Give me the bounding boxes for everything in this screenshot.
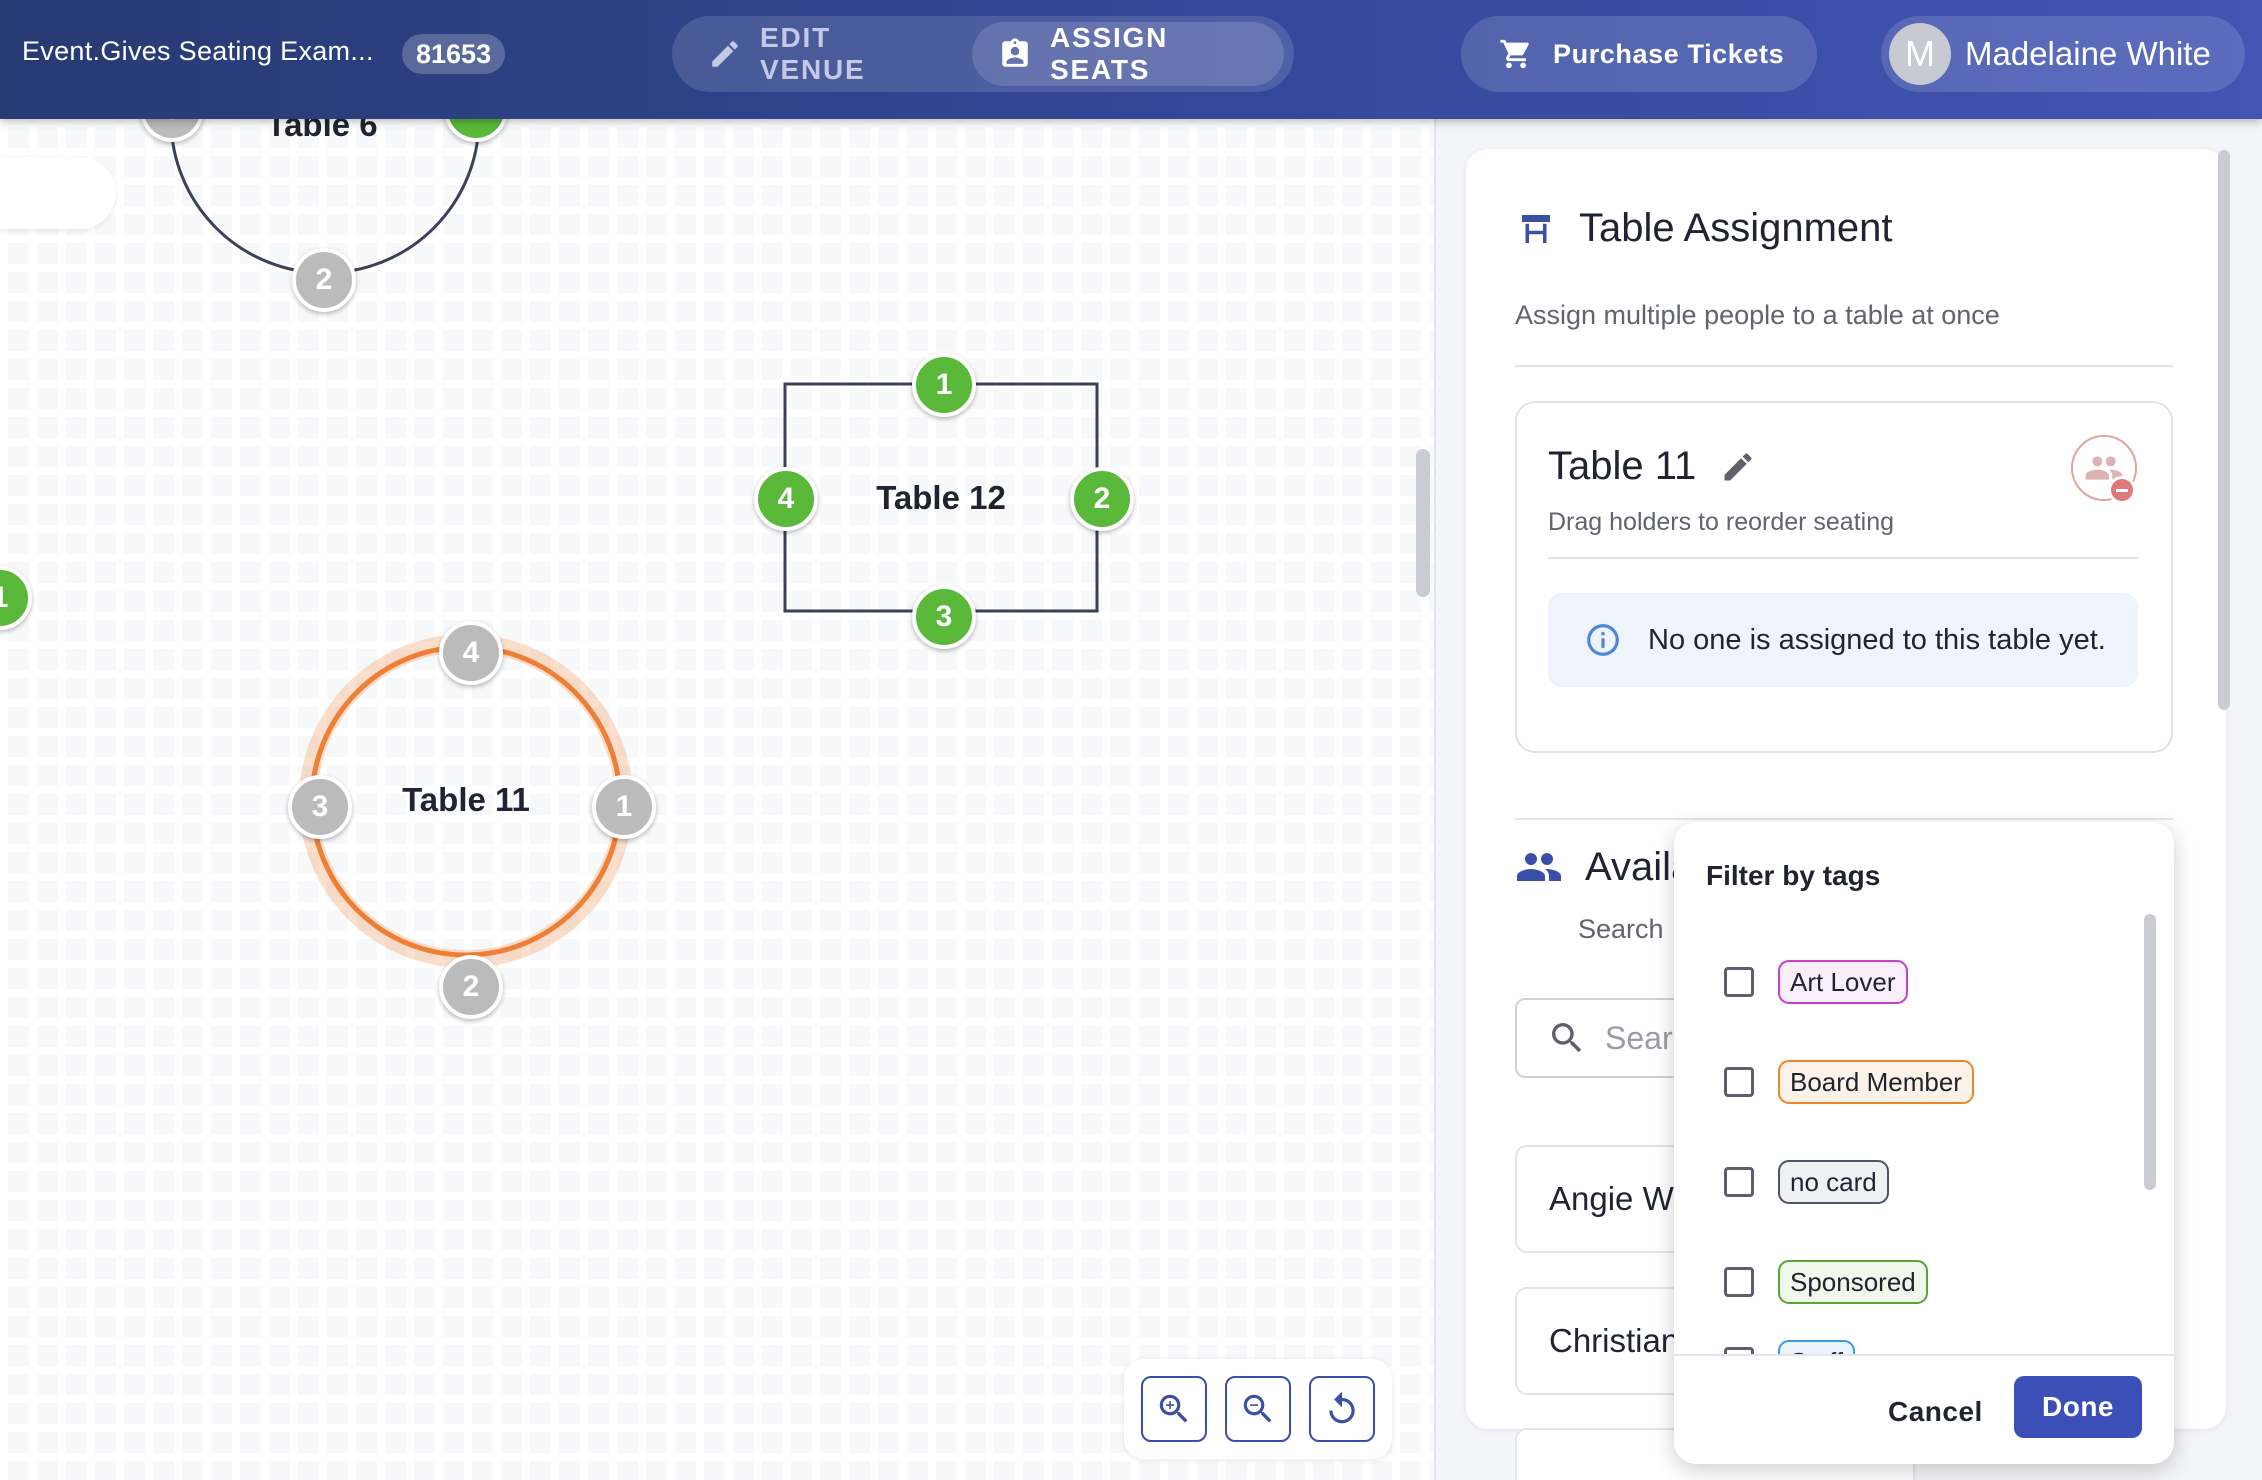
tag-option-board-member[interactable]: Board Member [1724, 1060, 1974, 1104]
reset-view-icon [1329, 1391, 1355, 1424]
event-title[interactable]: Event.Gives Seating Exam... [22, 36, 374, 67]
search-icon [1552, 1023, 1582, 1053]
purchase-tickets-label: Purchase Tickets [1553, 38, 1785, 69]
event-id-badge: 81653 [402, 34, 506, 74]
panel-scrollbar[interactable] [2218, 150, 2230, 710]
divider [1548, 557, 2138, 559]
table-assignment-header: Table Assignment [1515, 206, 1893, 251]
tag-chip: Board Member [1778, 1060, 1974, 1104]
tag-checkbox[interactable] [1724, 1167, 1754, 1197]
seat[interactable]: 3 [288, 775, 352, 839]
badge-icon [1002, 38, 1028, 67]
tag-checkbox[interactable] [1724, 1347, 1754, 1354]
empty-table-message: No one is assigned to this table yet. [1648, 623, 2106, 656]
tag-option-art-lover[interactable]: Art Lover [1724, 960, 1908, 1004]
top-app-bar: Event.Gives Seating Exam... 81653 EDIT V… [0, 0, 2262, 119]
info-icon [1587, 624, 1619, 656]
user-name: Madelaine White [1965, 35, 2211, 72]
edit-table-name-icon[interactable] [1720, 449, 1756, 485]
mode-toggle-group: EDIT VENUE ASSIGN SEATS [672, 16, 1294, 92]
table-label[interactable]: Table 11 [402, 781, 530, 819]
tag-chip: no card [1778, 1160, 1889, 1204]
table-assignment-title: Table Assignment [1579, 206, 1893, 250]
table-icon [1522, 214, 1550, 243]
avatar: M [1889, 23, 1951, 85]
purchase-tickets-button[interactable]: Purchase Tickets [1461, 16, 1817, 92]
assign-seats-button[interactable]: ASSIGN SEATS [972, 22, 1284, 86]
cancel-button[interactable]: Cancel [1872, 1382, 1999, 1442]
selected-table-header: Table 11 [1548, 444, 1756, 489]
tag-checkbox[interactable] [1724, 967, 1754, 997]
pencil-icon [712, 41, 738, 67]
seat[interactable]: 4 [754, 467, 818, 531]
seat[interactable]: 1 [592, 775, 656, 839]
seat[interactable]: 1 [912, 353, 976, 417]
tag-chip: Art Lover [1778, 960, 1908, 1004]
divider [1515, 365, 2173, 367]
zoom-in-button[interactable] [1141, 1376, 1207, 1442]
canvas-scrollbar[interactable] [1416, 449, 1430, 597]
user-menu-button[interactable]: M Madelaine White [1881, 16, 2245, 92]
seat[interactable]: 3 [912, 585, 976, 649]
available-holders-subtitle: Search [1578, 914, 1664, 944]
table-shapes-layer [0, 119, 1099, 968]
edit-venue-label: EDIT VENUE [760, 22, 866, 85]
table-label[interactable]: Table 6 [266, 119, 377, 144]
shopping-cart-icon [1500, 39, 1529, 69]
filter-popover-title: Filter by tags [1706, 860, 1881, 891]
tag-option-sponsored[interactable]: Sponsored [1724, 1260, 1928, 1304]
zoom-out-button[interactable] [1225, 1376, 1291, 1442]
available-holders-header: Availa [1515, 843, 1693, 891]
done-button[interactable]: Done [2014, 1376, 2142, 1438]
seat[interactable]: 2 [292, 248, 356, 312]
table-label[interactable]: Table 12 [876, 479, 1006, 517]
selected-table-name: Table 11 [1548, 444, 1697, 488]
people-icon [1517, 853, 1561, 881]
tag-list-scrollbar[interactable] [2144, 914, 2156, 1190]
divider [1515, 818, 2173, 820]
reset-view-button[interactable] [1309, 1376, 1375, 1442]
seat[interactable]: 2 [1070, 467, 1134, 531]
zoom-in-icon [1159, 1394, 1188, 1423]
tag-checkbox[interactable] [1724, 1267, 1754, 1297]
edit-venue-button[interactable]: EDIT VENUE [682, 22, 972, 86]
tag-chip: Sponsored [1778, 1260, 1928, 1304]
filter-by-tags-popover: Filter by tags Art Lover Board Member no… [1674, 822, 2174, 1464]
remove-badge-icon [2108, 476, 2136, 504]
tag-option-no-card[interactable]: no card [1724, 1160, 1889, 1204]
reorder-hint: Drag holders to reorder seating [1548, 508, 1895, 536]
table-assignment-subtitle: Assign multiple people to a table at onc… [1515, 300, 2000, 330]
zoom-controls [1124, 1359, 1392, 1459]
tag-list[interactable]: Art Lover Board Member no card Sponsored… [1674, 910, 2174, 1354]
assign-seats-label: ASSIGN SEATS [1050, 22, 1169, 85]
empty-table-alert: No one is assigned to this table yet. [1548, 593, 2138, 687]
zoom-out-icon [1243, 1394, 1272, 1423]
filter-popover-footer: Cancel Done [1674, 1354, 2174, 1464]
tag-chip: Staff [1778, 1340, 1856, 1354]
seat[interactable]: 2 [439, 955, 503, 1019]
tag-option-staff[interactable]: Staff [1724, 1340, 1856, 1354]
seating-canvas[interactable]: Table 6 3 1 2 Table 12 1 4 2 3 Table 11 … [0, 119, 1434, 1480]
seat[interactable]: 4 [439, 621, 503, 685]
tag-checkbox[interactable] [1724, 1067, 1754, 1097]
